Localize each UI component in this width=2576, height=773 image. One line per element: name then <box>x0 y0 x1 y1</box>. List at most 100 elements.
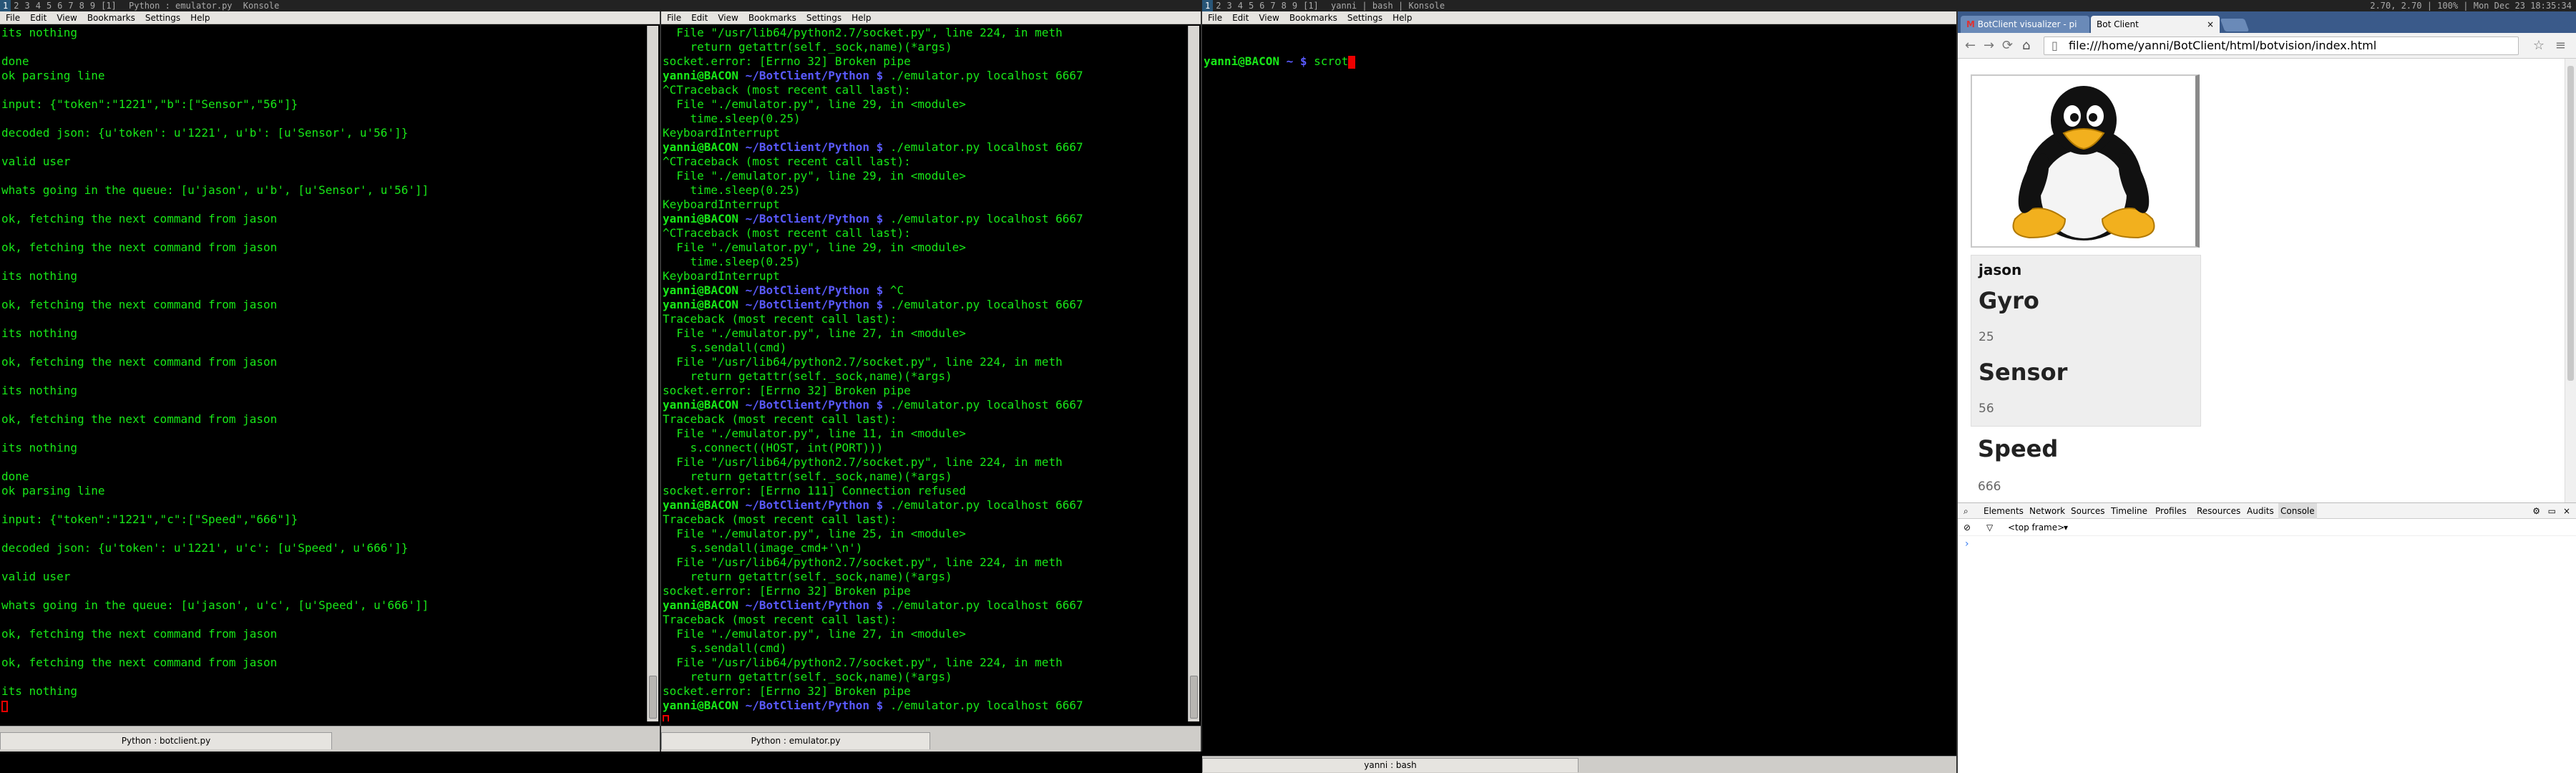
filter-icon[interactable]: ▽ <box>1986 519 1993 536</box>
gmail-icon: M <box>1966 19 1975 29</box>
menu-view[interactable]: View <box>718 11 738 24</box>
scrollbar-thumb[interactable] <box>649 676 657 719</box>
menu-file[interactable]: File <box>1208 11 1222 24</box>
terminal-line: socket.error: [Errno 32] Broken pipe <box>663 684 911 698</box>
menu-bookmarks[interactable]: Bookmarks <box>87 11 135 24</box>
terminal-line: File "/usr/lib64/python2.7/socket.py", l… <box>663 355 1063 369</box>
forward-icon[interactable]: → <box>1984 39 1994 53</box>
new-tab-button[interactable] <box>2220 19 2250 31</box>
sensor-sensor-title: Sensor <box>1979 359 2068 386</box>
workspace-tag[interactable]: 7 <box>1267 0 1278 11</box>
terminal-line: done <box>1 470 29 483</box>
workspace-tag[interactable]: 9 <box>87 0 98 11</box>
workspace-tag[interactable]: 7 <box>65 0 76 11</box>
prompt-line: yanni@BACON ~/BotClient/Python $ ^C <box>663 283 1185 298</box>
devtools-tab-timeline[interactable]: Timeline <box>2111 503 2147 519</box>
devtools-tab-sources[interactable]: Sources <box>2071 503 2104 519</box>
workspace-tag[interactable]: 4 <box>33 0 44 11</box>
scrollbar-thumb[interactable] <box>1190 676 1198 719</box>
workspace-tag[interactable]: 5 <box>1246 0 1257 11</box>
terminal-scrollbar[interactable] <box>647 26 658 721</box>
workspace-tag[interactable]: [1] <box>98 0 119 11</box>
terminal-cursor-line <box>1 699 644 713</box>
menu-help[interactable]: Help <box>852 11 871 24</box>
menu-edit[interactable]: Edit <box>30 11 47 24</box>
menu-edit[interactable]: Edit <box>691 11 708 24</box>
devtools-settings-icon[interactable]: ⚙ <box>2532 503 2540 519</box>
command-text: ./emulator.py localhost 6667 <box>883 398 1083 412</box>
browser-tab-visualizer[interactable]: M BotClient visualizer - pi <box>1961 16 2089 33</box>
terminal-line: s.sendall(image_cmd+'\n') <box>663 541 863 555</box>
menu-help[interactable]: Help <box>190 11 210 24</box>
terminal-line: s.sendall(cmd) <box>663 641 787 655</box>
workspace-tag[interactable]: 6 <box>54 0 65 11</box>
menu-settings[interactable]: Settings <box>1347 11 1382 24</box>
workspace-tag[interactable]: 2 <box>11 0 21 11</box>
terminal-output[interactable]: its nothing done ok parsing line input: {"t… <box>1 26 644 721</box>
tab-bar: Python : emulator.py <box>661 726 1201 752</box>
menu-settings[interactable]: Settings <box>806 11 841 24</box>
prompt-line: yanni@BACON ~/BotClient/Python $ ./emula… <box>663 498 1185 512</box>
star-icon[interactable]: ☆ <box>2533 39 2545 53</box>
url-bar[interactable]: ▯ file:///home/yanni/BotClient/html/botv… <box>2044 37 2519 55</box>
clear-console-icon[interactable]: ⊘ <box>1963 519 1971 536</box>
menu-file[interactable]: File <box>6 11 20 24</box>
workspace-tag[interactable]: 6 <box>1257 0 1267 11</box>
menu-icon[interactable]: ≡ <box>2555 39 2566 53</box>
menu-bar: File Edit View Bookmarks Settings Help <box>661 11 1201 24</box>
devtools-tab-network[interactable]: Network <box>2029 503 2065 519</box>
home-icon[interactable]: ⌂ <box>2022 39 2030 53</box>
workspace-tags[interactable]: 1 2 3 4 5 6 7 8 9 [1] <box>1202 0 1322 11</box>
frame-selector[interactable]: <top frame> <box>2008 519 2064 536</box>
chevron-down-icon[interactable]: ▾ <box>2064 519 2068 536</box>
browser-tab-botclient[interactable]: Bot Client × <box>2091 16 2220 33</box>
devtools-tab-audits[interactable]: Audits <box>2247 503 2274 519</box>
terminal-output[interactable]: yanni@BACON ~ $ scrot <box>1204 26 1941 743</box>
menu-view[interactable]: View <box>57 11 77 24</box>
menu-edit[interactable]: Edit <box>1232 11 1249 24</box>
reload-icon[interactable]: ⟳ <box>2002 39 2013 53</box>
prompt-user: yanni@BACON <box>663 69 738 82</box>
tab-botclient[interactable]: Python : botclient.py <box>0 732 332 749</box>
workspace-tag[interactable]: 4 <box>1235 0 1246 11</box>
menu-help[interactable]: Help <box>1392 11 1412 24</box>
devtools-tab-elements[interactable]: Elements <box>1984 503 2024 519</box>
scrollbar-thumb[interactable] <box>2567 66 2574 381</box>
console-prompt[interactable]: › <box>1958 536 2576 552</box>
terminal-line: ^CTraceback (most recent call last): <box>663 83 911 97</box>
workspace-tag[interactable]: 2 <box>1213 0 1224 11</box>
workspace-tag[interactable]: 8 <box>1279 0 1289 11</box>
menu-view[interactable]: View <box>1259 11 1279 24</box>
workspace-tags[interactable]: 1 2 3 4 5 6 7 8 9 [1] <box>0 0 119 11</box>
menu-file[interactable]: File <box>667 11 681 24</box>
devtools-tab-profiles[interactable]: Profiles <box>2155 503 2187 519</box>
devtools-tab-console[interactable]: Console <box>2278 503 2317 519</box>
menu-bookmarks[interactable]: Bookmarks <box>748 11 796 24</box>
workspace-tag[interactable]: 9 <box>1289 0 1300 11</box>
terminal-scrollbar[interactable] <box>1188 26 1199 721</box>
sensor-card: jason Gyro 25 Sensor 56 <box>1971 255 2201 427</box>
tab-emulator[interactable]: Python : emulator.py <box>661 732 930 749</box>
workspace-tag[interactable]: 3 <box>1224 0 1234 11</box>
close-icon[interactable]: × <box>2207 16 2214 33</box>
back-icon[interactable]: ← <box>1965 39 1976 53</box>
menu-bookmarks[interactable]: Bookmarks <box>1289 11 1337 24</box>
page-scrollbar[interactable] <box>2565 59 2576 502</box>
devtools-tab-resources[interactable]: Resources <box>2197 503 2240 519</box>
konsole-window-emulator: File Edit View Bookmarks Settings Help F… <box>661 11 1202 752</box>
workspace-tag[interactable]: 8 <box>77 0 87 11</box>
devtools-dock-icon[interactable]: ▭ <box>2548 503 2556 519</box>
prompt-user: yanni@BACON <box>663 598 738 612</box>
tab-bash[interactable]: yanni : bash <box>1202 758 1579 772</box>
menu-settings[interactable]: Settings <box>145 11 180 24</box>
workspace-tag[interactable]: 1 <box>1202 0 1214 11</box>
workspace-tag[interactable]: 3 <box>21 0 32 11</box>
devtools-search-icon[interactable]: ⌕ <box>1963 503 1968 519</box>
workspace-tag[interactable]: 5 <box>44 0 54 11</box>
workspace-tag[interactable]: 1 <box>0 0 11 11</box>
devtools-close-icon[interactable]: × <box>2563 503 2570 519</box>
terminal-output[interactable]: File "/usr/lib64/python2.7/socket.py", l… <box>663 26 1185 721</box>
terminal-line: s.sendall(cmd) <box>663 341 787 354</box>
workspace-tag[interactable]: [1] <box>1300 0 1322 11</box>
